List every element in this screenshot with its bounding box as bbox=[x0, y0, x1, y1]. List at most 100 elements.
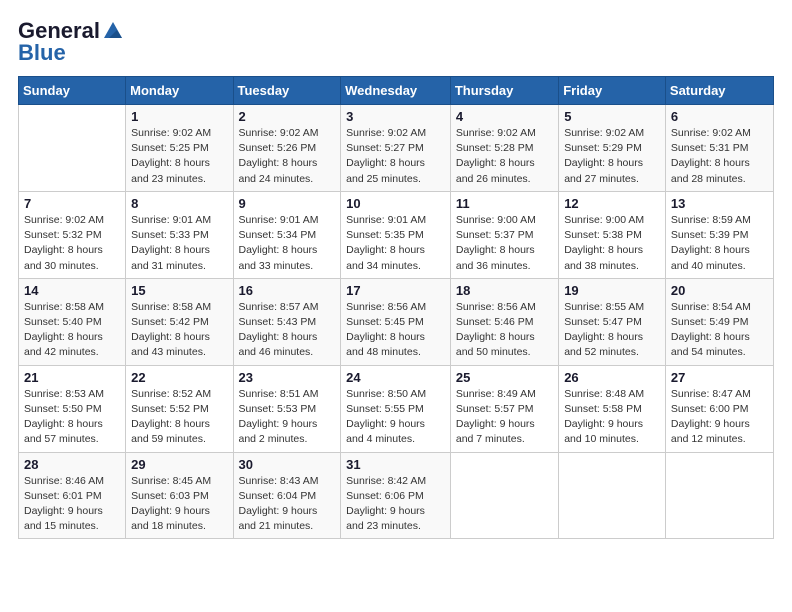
calendar-cell: 16 Sunrise: 8:57 AM Sunset: 5:43 PM Dayli… bbox=[233, 278, 341, 365]
calendar-cell: 12 Sunrise: 9:00 AM Sunset: 5:38 PM Dayli… bbox=[559, 191, 666, 278]
calendar-cell: 7Sunrise: 9:02 AM Sunset: 5:32 PM Daylig… bbox=[19, 191, 126, 278]
calendar-cell: 21 Sunrise: 8:53 AM Sunset: 5:50 PM Dayli… bbox=[19, 365, 126, 452]
calendar-cell: 13Sunrise: 8:59 AM Sunset: 5:39 PM Dayli… bbox=[665, 191, 773, 278]
day-number: 15 bbox=[131, 283, 227, 298]
day-number: 6 bbox=[671, 109, 768, 124]
day-info: Sunrise: 9:02 AM Sunset: 5:26 PM Dayligh… bbox=[239, 126, 336, 187]
day-info: Sunrise: 9:00 AM Sunset: 5:38 PM Dayligh… bbox=[564, 213, 660, 274]
day-info: Sunrise: 8:47 AM Sunset: 6:00 PM Dayligh… bbox=[671, 387, 768, 448]
day-info: Sunrise: 8:46 AM Sunset: 6:01 PM Dayligh… bbox=[24, 474, 120, 535]
calendar-cell bbox=[450, 452, 558, 539]
calendar-table: SundayMondayTuesdayWednesdayThursdayFrid… bbox=[18, 76, 774, 539]
calendar-cell: 25Sunrise: 8:49 AM Sunset: 5:57 PM Dayli… bbox=[450, 365, 558, 452]
day-info: Sunrise: 8:53 AM Sunset: 5:50 PM Dayligh… bbox=[24, 387, 120, 448]
day-info: Sunrise: 8:56 AM Sunset: 5:46 PM Dayligh… bbox=[456, 300, 553, 361]
calendar-week-row: 28 Sunrise: 8:46 AM Sunset: 6:01 PM Dayli… bbox=[19, 452, 774, 539]
day-info: Sunrise: 9:02 AM Sunset: 5:29 PM Dayligh… bbox=[564, 126, 660, 187]
day-number: 11 bbox=[456, 196, 553, 211]
day-info: Sunrise: 8:54 AM Sunset: 5:49 PM Dayligh… bbox=[671, 300, 768, 361]
day-number: 24 bbox=[346, 370, 445, 385]
calendar-cell: 11 Sunrise: 9:00 AM Sunset: 5:37 PM Dayli… bbox=[450, 191, 558, 278]
day-info: Sunrise: 8:57 AM Sunset: 5:43 PM Dayligh… bbox=[239, 300, 336, 361]
day-number: 29 bbox=[131, 457, 227, 472]
calendar-cell: 26Sunrise: 8:48 AM Sunset: 5:58 PM Dayli… bbox=[559, 365, 666, 452]
calendar-cell: 5 Sunrise: 9:02 AM Sunset: 5:29 PM Daylig… bbox=[559, 105, 666, 192]
day-number: 4 bbox=[456, 109, 553, 124]
day-number: 10 bbox=[346, 196, 445, 211]
header: General Blue bbox=[18, 18, 774, 66]
day-number: 17 bbox=[346, 283, 445, 298]
day-of-week-header: Friday bbox=[559, 77, 666, 105]
day-number: 28 bbox=[24, 457, 120, 472]
day-info: Sunrise: 8:49 AM Sunset: 5:57 PM Dayligh… bbox=[456, 387, 553, 448]
calendar-cell: 27 Sunrise: 8:47 AM Sunset: 6:00 PM Dayli… bbox=[665, 365, 773, 452]
day-number: 12 bbox=[564, 196, 660, 211]
calendar-week-row: 1 Sunrise: 9:02 AM Sunset: 5:25 PM Daylig… bbox=[19, 105, 774, 192]
calendar-cell bbox=[19, 105, 126, 192]
day-info: Sunrise: 8:56 AM Sunset: 5:45 PM Dayligh… bbox=[346, 300, 445, 361]
calendar-week-row: 14Sunrise: 8:58 AM Sunset: 5:40 PM Dayli… bbox=[19, 278, 774, 365]
calendar-cell: 30 Sunrise: 8:43 AM Sunset: 6:04 PM Dayli… bbox=[233, 452, 341, 539]
calendar-cell: 3Sunrise: 9:02 AM Sunset: 5:27 PM Daylig… bbox=[341, 105, 451, 192]
day-info: Sunrise: 8:59 AM Sunset: 5:39 PM Dayligh… bbox=[671, 213, 768, 274]
day-number: 16 bbox=[239, 283, 336, 298]
day-info: Sunrise: 8:55 AM Sunset: 5:47 PM Dayligh… bbox=[564, 300, 660, 361]
calendar-cell bbox=[559, 452, 666, 539]
calendar-cell: 8Sunrise: 9:01 AM Sunset: 5:33 PM Daylig… bbox=[126, 191, 233, 278]
day-info: Sunrise: 9:01 AM Sunset: 5:34 PM Dayligh… bbox=[239, 213, 336, 274]
day-number: 20 bbox=[671, 283, 768, 298]
day-of-week-header: Thursday bbox=[450, 77, 558, 105]
day-info: Sunrise: 8:43 AM Sunset: 6:04 PM Dayligh… bbox=[239, 474, 336, 535]
day-info: Sunrise: 8:51 AM Sunset: 5:53 PM Dayligh… bbox=[239, 387, 336, 448]
day-info: Sunrise: 9:02 AM Sunset: 5:31 PM Dayligh… bbox=[671, 126, 768, 187]
calendar-cell: 24 Sunrise: 8:50 AM Sunset: 5:55 PM Dayli… bbox=[341, 365, 451, 452]
day-info: Sunrise: 9:02 AM Sunset: 5:28 PM Dayligh… bbox=[456, 126, 553, 187]
day-number: 18 bbox=[456, 283, 553, 298]
day-number: 19 bbox=[564, 283, 660, 298]
page: General Blue SundayMondayTuesdayWednesda… bbox=[0, 0, 792, 612]
calendar-cell: 9 Sunrise: 9:01 AM Sunset: 5:34 PM Daylig… bbox=[233, 191, 341, 278]
day-number: 27 bbox=[671, 370, 768, 385]
logo: General Blue bbox=[18, 18, 124, 66]
day-info: Sunrise: 8:58 AM Sunset: 5:40 PM Dayligh… bbox=[24, 300, 120, 361]
day-info: Sunrise: 8:58 AM Sunset: 5:42 PM Dayligh… bbox=[131, 300, 227, 361]
calendar-cell: 18 Sunrise: 8:56 AM Sunset: 5:46 PM Dayli… bbox=[450, 278, 558, 365]
day-number: 31 bbox=[346, 457, 445, 472]
day-of-week-header: Saturday bbox=[665, 77, 773, 105]
day-info: Sunrise: 9:02 AM Sunset: 5:25 PM Dayligh… bbox=[131, 126, 227, 187]
day-number: 5 bbox=[564, 109, 660, 124]
calendar-cell: 22 Sunrise: 8:52 AM Sunset: 5:52 PM Dayli… bbox=[126, 365, 233, 452]
day-of-week-header: Tuesday bbox=[233, 77, 341, 105]
logo-icon bbox=[102, 20, 124, 42]
day-number: 30 bbox=[239, 457, 336, 472]
day-info: Sunrise: 8:42 AM Sunset: 6:06 PM Dayligh… bbox=[346, 474, 445, 535]
calendar-cell: 29Sunrise: 8:45 AM Sunset: 6:03 PM Dayli… bbox=[126, 452, 233, 539]
day-info: Sunrise: 8:52 AM Sunset: 5:52 PM Dayligh… bbox=[131, 387, 227, 448]
calendar-week-row: 7Sunrise: 9:02 AM Sunset: 5:32 PM Daylig… bbox=[19, 191, 774, 278]
calendar-cell: 28 Sunrise: 8:46 AM Sunset: 6:01 PM Dayli… bbox=[19, 452, 126, 539]
day-of-week-header: Wednesday bbox=[341, 77, 451, 105]
day-info: Sunrise: 9:01 AM Sunset: 5:35 PM Dayligh… bbox=[346, 213, 445, 274]
calendar-cell: 6 Sunrise: 9:02 AM Sunset: 5:31 PM Daylig… bbox=[665, 105, 773, 192]
day-number: 1 bbox=[131, 109, 227, 124]
calendar-cell bbox=[665, 452, 773, 539]
day-info: Sunrise: 9:02 AM Sunset: 5:32 PM Dayligh… bbox=[24, 213, 120, 274]
day-info: Sunrise: 8:50 AM Sunset: 5:55 PM Dayligh… bbox=[346, 387, 445, 448]
calendar-cell: 4 Sunrise: 9:02 AM Sunset: 5:28 PM Daylig… bbox=[450, 105, 558, 192]
calendar-cell: 2Sunrise: 9:02 AM Sunset: 5:26 PM Daylig… bbox=[233, 105, 341, 192]
day-number: 21 bbox=[24, 370, 120, 385]
day-info: Sunrise: 9:00 AM Sunset: 5:37 PM Dayligh… bbox=[456, 213, 553, 274]
calendar-cell: 20 Sunrise: 8:54 AM Sunset: 5:49 PM Dayli… bbox=[665, 278, 773, 365]
day-number: 3 bbox=[346, 109, 445, 124]
day-info: Sunrise: 9:01 AM Sunset: 5:33 PM Dayligh… bbox=[131, 213, 227, 274]
day-of-week-header: Monday bbox=[126, 77, 233, 105]
calendar-cell: 23Sunrise: 8:51 AM Sunset: 5:53 PM Dayli… bbox=[233, 365, 341, 452]
calendar-cell: 31 Sunrise: 8:42 AM Sunset: 6:06 PM Dayli… bbox=[341, 452, 451, 539]
calendar-cell: 1 Sunrise: 9:02 AM Sunset: 5:25 PM Daylig… bbox=[126, 105, 233, 192]
day-number: 9 bbox=[239, 196, 336, 211]
calendar-cell: 17 Sunrise: 8:56 AM Sunset: 5:45 PM Dayli… bbox=[341, 278, 451, 365]
day-number: 22 bbox=[131, 370, 227, 385]
calendar-cell: 10 Sunrise: 9:01 AM Sunset: 5:35 PM Dayli… bbox=[341, 191, 451, 278]
calendar-week-row: 21 Sunrise: 8:53 AM Sunset: 5:50 PM Dayli… bbox=[19, 365, 774, 452]
calendar-cell: 14Sunrise: 8:58 AM Sunset: 5:40 PM Dayli… bbox=[19, 278, 126, 365]
